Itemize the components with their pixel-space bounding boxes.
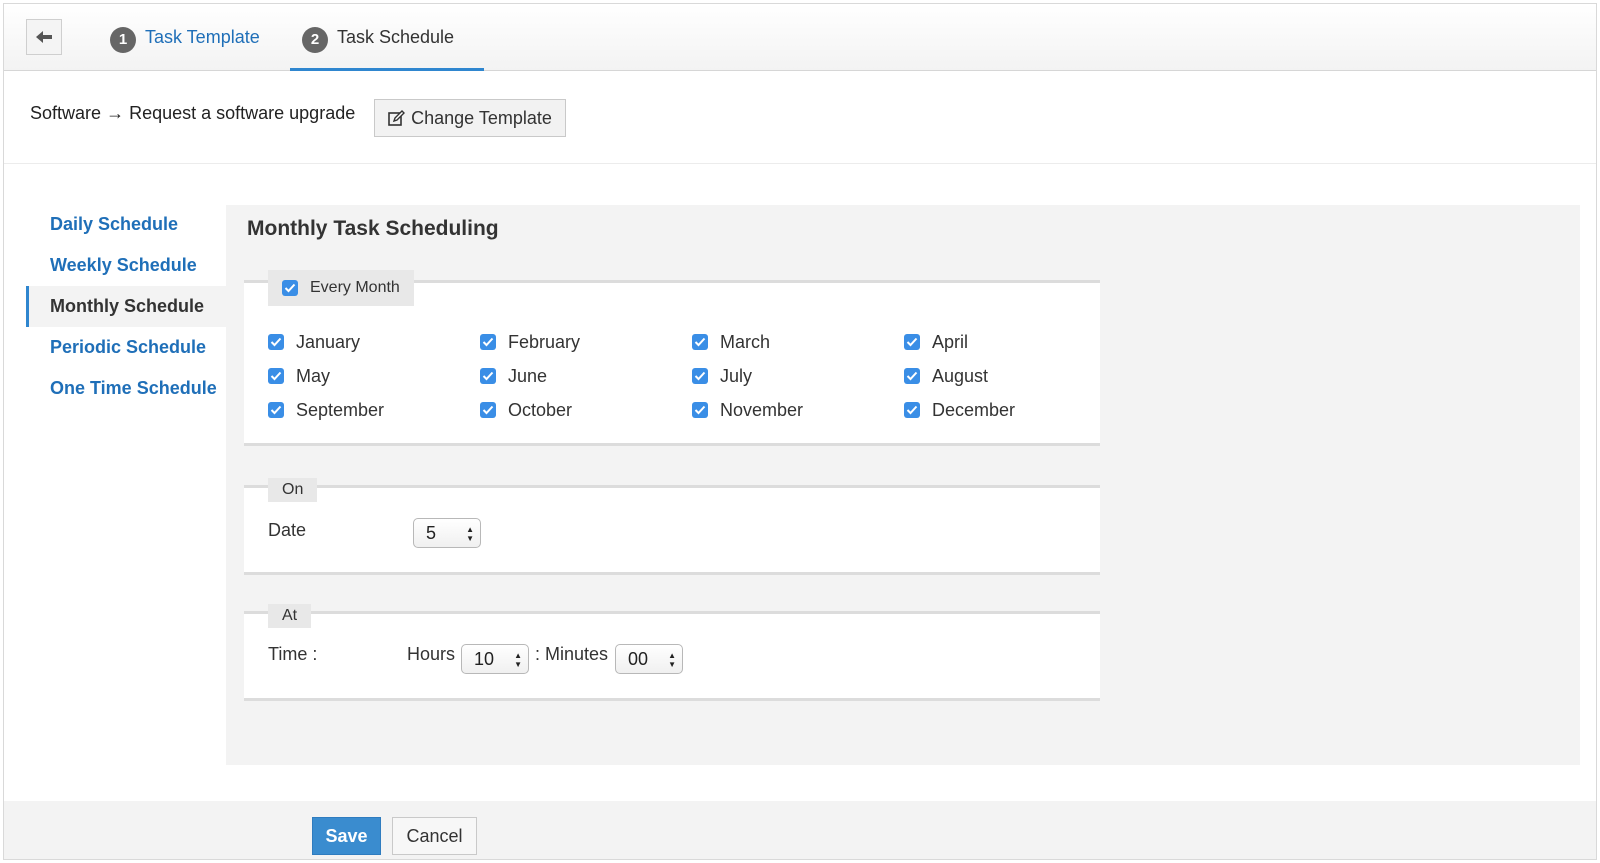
minutes-label: : Minutes — [535, 644, 609, 664]
month-label: August — [932, 365, 989, 386]
nav-item-daily-schedule[interactable]: Daily Schedule — [26, 204, 226, 245]
date-label: Date — [268, 520, 307, 540]
checkbox-checked-icon — [692, 402, 708, 418]
select-arrows-icon: ▲ ▼ — [668, 651, 676, 669]
template-row: Software → Request a software upgrade Ch… — [4, 71, 1596, 164]
hours-select[interactable]: 10 ▲ ▼ — [461, 644, 529, 674]
breadcrumb-category: Software — [30, 103, 102, 123]
breadcrumb: Software → Request a software upgrade — [30, 103, 355, 124]
task-scheduler-window: 1 Task Template 2 Task Schedule Software… — [3, 3, 1597, 860]
wizard-step-task-schedule[interactable]: 2 Task Schedule — [302, 4, 454, 70]
month-checkbox-october[interactable]: October — [480, 393, 692, 427]
month-checkbox-april[interactable]: April — [904, 325, 1116, 359]
month-checkbox-june[interactable]: June — [480, 359, 692, 393]
wizard-step-task-template[interactable]: 1 Task Template — [110, 4, 260, 70]
month-checkbox-january[interactable]: January — [268, 325, 480, 359]
step-number-badge: 2 — [302, 26, 328, 53]
checkbox-checked-icon — [904, 368, 920, 384]
month-checkbox-december[interactable]: December — [904, 393, 1116, 427]
checkbox-checked-icon — [692, 368, 708, 384]
on-legend: On — [268, 478, 318, 502]
step-label: Task Template — [145, 26, 260, 47]
minutes-select[interactable]: 00 ▲ ▼ — [615, 644, 683, 674]
month-checkbox-grid: January February March April May June July Augu… — [268, 325, 1116, 427]
month-label: July — [720, 365, 753, 386]
month-label: February — [508, 331, 581, 352]
month-label: December — [932, 399, 1016, 420]
schedule-type-nav: Daily Schedule Weekly Schedule Monthly S… — [26, 204, 226, 409]
checkbox-checked-icon — [282, 280, 298, 296]
back-button[interactable] — [26, 19, 62, 55]
change-template-label: Change Template — [411, 107, 552, 128]
monthly-schedule-panel: Monthly Task Scheduling Every Month Janu… — [226, 205, 1580, 765]
nav-item-weekly-schedule[interactable]: Weekly Schedule — [26, 245, 226, 286]
checkbox-checked-icon — [480, 402, 496, 418]
month-label: September — [296, 399, 385, 420]
month-checkbox-february[interactable]: February — [480, 325, 692, 359]
month-checkbox-september[interactable]: September — [268, 393, 480, 427]
change-template-button[interactable]: Change Template — [374, 99, 566, 137]
edit-icon — [388, 109, 406, 127]
cancel-button[interactable]: Cancel — [392, 817, 477, 855]
every-month-checkbox[interactable]: Every Month — [268, 270, 414, 306]
form-footer: Save Cancel — [4, 801, 1596, 859]
time-label: Time : — [268, 644, 318, 664]
date-select[interactable]: 5 ▲ ▼ — [413, 518, 481, 548]
select-arrows-icon: ▲ ▼ — [466, 525, 474, 543]
month-label: May — [296, 365, 331, 386]
month-label: March — [720, 331, 771, 352]
hours-label: Hours — [407, 644, 456, 664]
month-checkbox-november[interactable]: November — [692, 393, 904, 427]
month-checkbox-july[interactable]: July — [692, 359, 904, 393]
breadcrumb-arrow: → — [106, 103, 125, 123]
nav-item-periodic-schedule[interactable]: Periodic Schedule — [26, 327, 226, 368]
checkbox-checked-icon — [268, 402, 284, 418]
nav-item-one-time-schedule[interactable]: One Time Schedule — [26, 368, 226, 409]
select-arrows-icon: ▲ ▼ — [514, 651, 522, 669]
month-label: October — [508, 399, 573, 420]
every-month-label: Every Month — [310, 279, 400, 296]
checkbox-checked-icon — [692, 334, 708, 350]
at-legend: At — [268, 604, 312, 628]
page-title: Monthly Task Scheduling — [247, 217, 499, 240]
month-label: April — [932, 331, 969, 352]
checkbox-checked-icon — [268, 334, 284, 350]
save-button[interactable]: Save — [312, 817, 381, 855]
on-fieldset: On Date 5 ▲ ▼ — [244, 478, 1100, 575]
nav-item-monthly-schedule[interactable]: Monthly Schedule — [26, 286, 226, 327]
checkbox-checked-icon — [904, 334, 920, 350]
checkbox-checked-icon — [480, 334, 496, 350]
checkbox-checked-icon — [480, 368, 496, 384]
arrow-left-icon — [36, 31, 52, 43]
minutes-select-value: 00 — [628, 648, 649, 669]
checkbox-checked-icon — [904, 402, 920, 418]
step-label: Task Schedule — [337, 26, 455, 47]
month-label: November — [720, 399, 804, 420]
hours-select-value: 10 — [474, 648, 495, 669]
month-checkbox-may[interactable]: May — [268, 359, 480, 393]
checkbox-checked-icon — [268, 368, 284, 384]
month-checkbox-march[interactable]: March — [692, 325, 904, 359]
wizard-header: 1 Task Template 2 Task Schedule — [4, 4, 1596, 71]
at-fieldset: At Time : Hours 10 ▲ ▼ : Minutes 00 ▲ ▼ — [244, 604, 1100, 701]
month-checkbox-august[interactable]: August — [904, 359, 1116, 393]
date-select-value: 5 — [426, 522, 437, 543]
months-fieldset: Every Month January February March April May… — [244, 270, 1100, 446]
breadcrumb-template: Request a software upgrade — [129, 103, 356, 123]
month-label: June — [508, 365, 548, 386]
step-number-badge: 1 — [110, 26, 136, 53]
month-label: January — [296, 331, 361, 352]
